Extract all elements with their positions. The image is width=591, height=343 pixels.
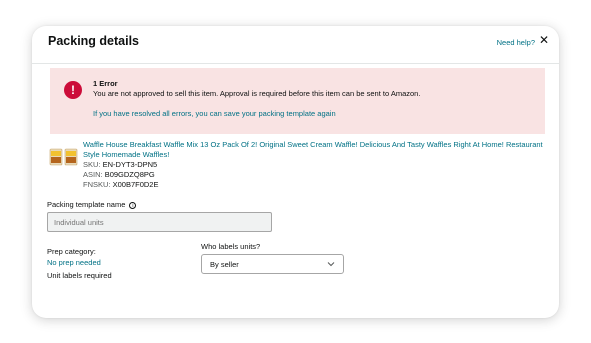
exclamation-icon: ! xyxy=(64,81,82,99)
modal-header: Packing details Need help? ✕ xyxy=(32,26,559,64)
prep-category-link[interactable]: No prep needed xyxy=(47,258,101,267)
sku-line: SKU: EN-DYT3-DPN5 xyxy=(83,160,157,170)
sku-value: EN-DYT3-DPN5 xyxy=(102,160,158,169)
packing-details-modal: Packing details Need help? ✕ ! 1 Error Y… xyxy=(32,26,559,318)
who-labels-units-select[interactable]: By seller xyxy=(201,254,344,274)
fnsku-value: X00B7F0D2E xyxy=(112,180,159,189)
need-help-link[interactable]: Need help? xyxy=(497,38,535,47)
error-alert: ! 1 Error You are not approved to sell t… xyxy=(50,68,545,134)
error-resolved-hint: If you have resolved all errors, you can… xyxy=(93,109,336,118)
error-message: You are not approved to sell this item. … xyxy=(93,89,421,98)
prep-category-label: Prep category: xyxy=(47,247,96,256)
asin-label: ASIN: xyxy=(83,170,103,179)
who-labels-selected-value: By seller xyxy=(210,260,239,269)
modal-title: Packing details xyxy=(48,34,140,48)
packing-template-label: Packing template name i xyxy=(47,200,137,209)
product-thumbnail xyxy=(49,148,78,166)
fnsku-line: FNSKU: X00B7F0D2E xyxy=(83,180,158,190)
packing-template-name-input[interactable] xyxy=(47,212,272,232)
error-title: 1 Error xyxy=(93,79,118,88)
fnsku-label: FNSKU: xyxy=(83,180,111,189)
product-title-link[interactable]: Waffle House Breakfast Waffle Mix 13 Oz … xyxy=(83,140,545,160)
chevron-down-icon xyxy=(327,262,335,267)
asin-value: B09GDZQ8PG xyxy=(104,170,155,179)
close-icon[interactable]: ✕ xyxy=(538,33,550,47)
who-labels-units-label: Who labels units? xyxy=(201,242,261,251)
asin-line: ASIN: B09GDZQ8PG xyxy=(83,170,155,180)
unit-labels-required-text: Unit labels required xyxy=(47,271,112,280)
info-icon[interactable]: i xyxy=(129,202,137,209)
sku-label: SKU: xyxy=(83,160,101,169)
packing-template-label-text: Packing template name xyxy=(47,200,126,209)
